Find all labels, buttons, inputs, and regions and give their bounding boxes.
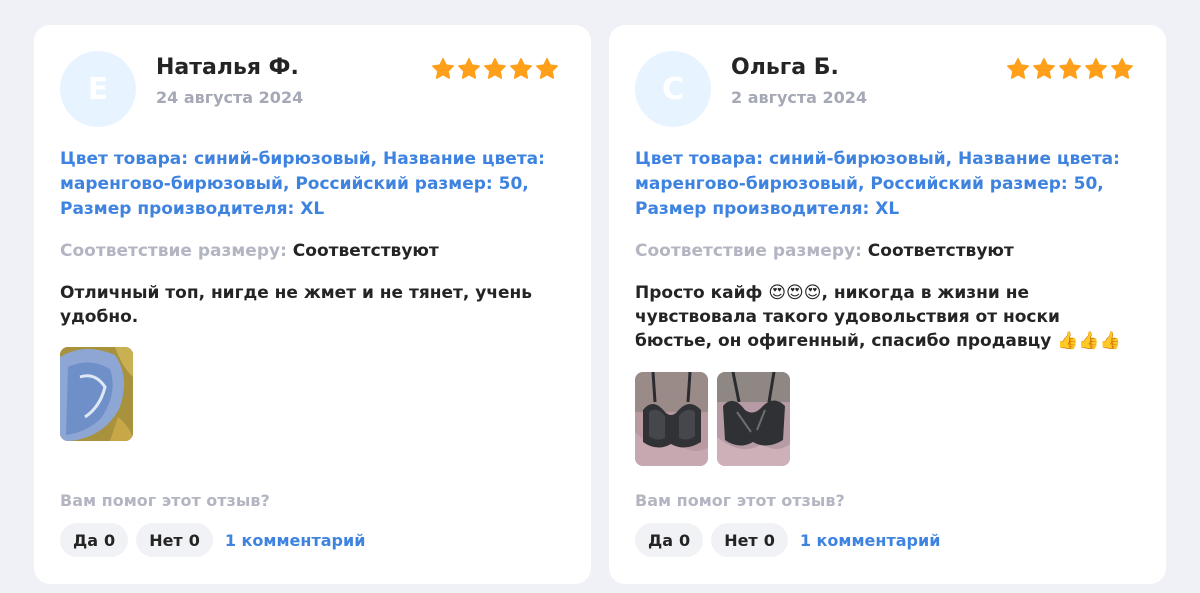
no-count: 0: [188, 530, 200, 550]
review-card: Е Наталья Ф. 24 августа 2024 Цвет товара…: [34, 25, 591, 584]
rating-stars: [431, 57, 559, 81]
rating-stars: [1006, 57, 1134, 81]
avatar: С: [635, 51, 711, 127]
star-icon: [1110, 57, 1134, 81]
star-icon: [1032, 57, 1056, 81]
review-photos: [60, 347, 133, 441]
review-author: Ольга Б.: [731, 55, 839, 80]
size-fit-value: Соответствуют: [867, 241, 1014, 261]
star-icon: [509, 57, 533, 81]
yes-label: Да: [648, 530, 674, 550]
size-fit-label: Соответствие размеру:: [635, 241, 862, 261]
star-icon: [483, 57, 507, 81]
review-photo-thumbnail[interactable]: [717, 372, 790, 466]
review-text-start: Просто кайф: [635, 283, 769, 303]
review-actions: Да 0 Нет 0 1 комментарий: [60, 523, 365, 557]
comments-link[interactable]: 1 комментарий: [800, 531, 941, 550]
review-actions: Да 0 Нет 0 1 комментарий: [635, 523, 940, 557]
star-icon: [1058, 57, 1082, 81]
heart-eyes-emoji: 😍😍😍: [768, 283, 822, 303]
review-card: С Ольга Б. 2 августа 2024 Цвет товара: с…: [609, 25, 1166, 584]
yes-count: 0: [679, 530, 691, 550]
helpful-question: Вам помог этот отзыв?: [635, 491, 845, 510]
no-button[interactable]: Нет 0: [711, 523, 788, 557]
review-photo-thumbnail[interactable]: [60, 347, 133, 441]
star-icon: [1084, 57, 1108, 81]
star-icon: [431, 57, 455, 81]
review-text: Просто кайф 😍😍😍, никогда в жизни не чувс…: [635, 281, 1135, 353]
review-photos: [635, 372, 790, 466]
product-specs[interactable]: Цвет товара: синий-бирюзовый, Название ц…: [60, 147, 550, 222]
comments-link[interactable]: 1 комментарий: [225, 531, 366, 550]
yes-button[interactable]: Да 0: [635, 523, 704, 557]
avatar: Е: [60, 51, 136, 127]
review-text: Отличный топ, нигде не жмет и не тянет, …: [60, 283, 533, 327]
no-button[interactable]: Нет 0: [136, 523, 213, 557]
star-icon: [1006, 57, 1030, 81]
size-fit: Соответствие размеру: Соответствуют: [635, 239, 1135, 264]
no-label: Нет: [149, 530, 183, 550]
review-photo-thumbnail[interactable]: [635, 372, 708, 466]
no-label: Нет: [724, 530, 758, 550]
size-fit-value: Соответствуют: [292, 241, 439, 261]
size-fit-label: Соответствие размеру:: [60, 241, 287, 261]
yes-count: 0: [104, 530, 116, 550]
yes-button[interactable]: Да 0: [60, 523, 129, 557]
product-specs[interactable]: Цвет товара: синий-бирюзовый, Название ц…: [635, 147, 1125, 222]
size-fit: Соответствие размеру: Соответствуют: [60, 239, 560, 264]
helpful-question: Вам помог этот отзыв?: [60, 491, 270, 510]
yes-label: Да: [73, 530, 99, 550]
review-date: 24 августа 2024: [156, 88, 304, 107]
star-icon: [535, 57, 559, 81]
star-icon: [457, 57, 481, 81]
review-author: Наталья Ф.: [156, 55, 299, 80]
review-date: 2 августа 2024: [731, 88, 868, 107]
no-count: 0: [763, 530, 775, 550]
thumbs-up-emoji: 👍👍👍: [1057, 331, 1121, 351]
